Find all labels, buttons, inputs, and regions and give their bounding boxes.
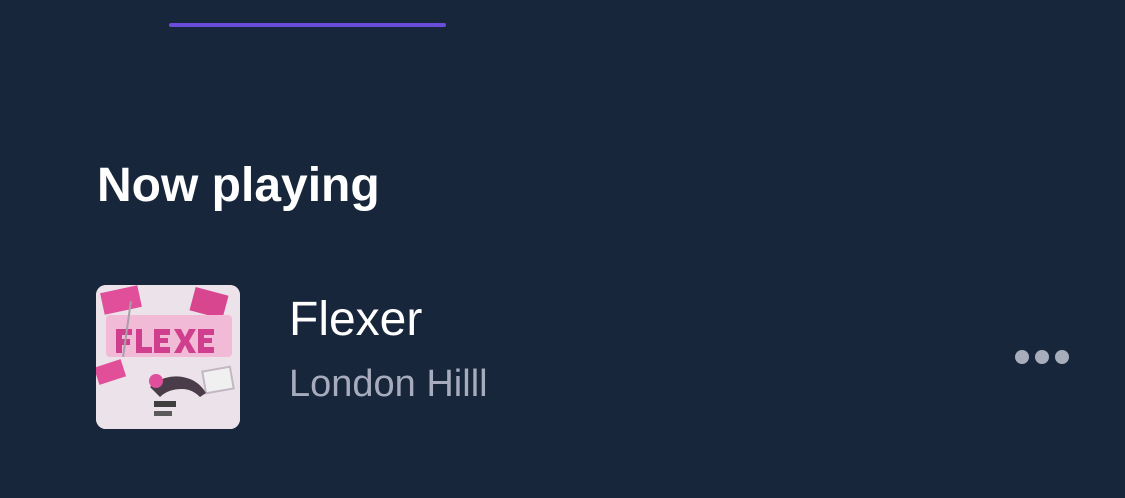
more-horizontal-icon	[1015, 350, 1069, 364]
active-tab-indicator	[169, 23, 446, 27]
more-options-button[interactable]	[1010, 337, 1074, 377]
album-artwork-image	[96, 285, 240, 429]
track-title[interactable]: Flexer	[289, 291, 422, 349]
section-title: Now playing	[97, 159, 380, 212]
track-artist[interactable]: London Hilll	[289, 361, 488, 407]
now-playing-track-row[interactable]: Flexer London Hilll	[96, 285, 1076, 429]
album-artwork[interactable]	[96, 285, 240, 429]
